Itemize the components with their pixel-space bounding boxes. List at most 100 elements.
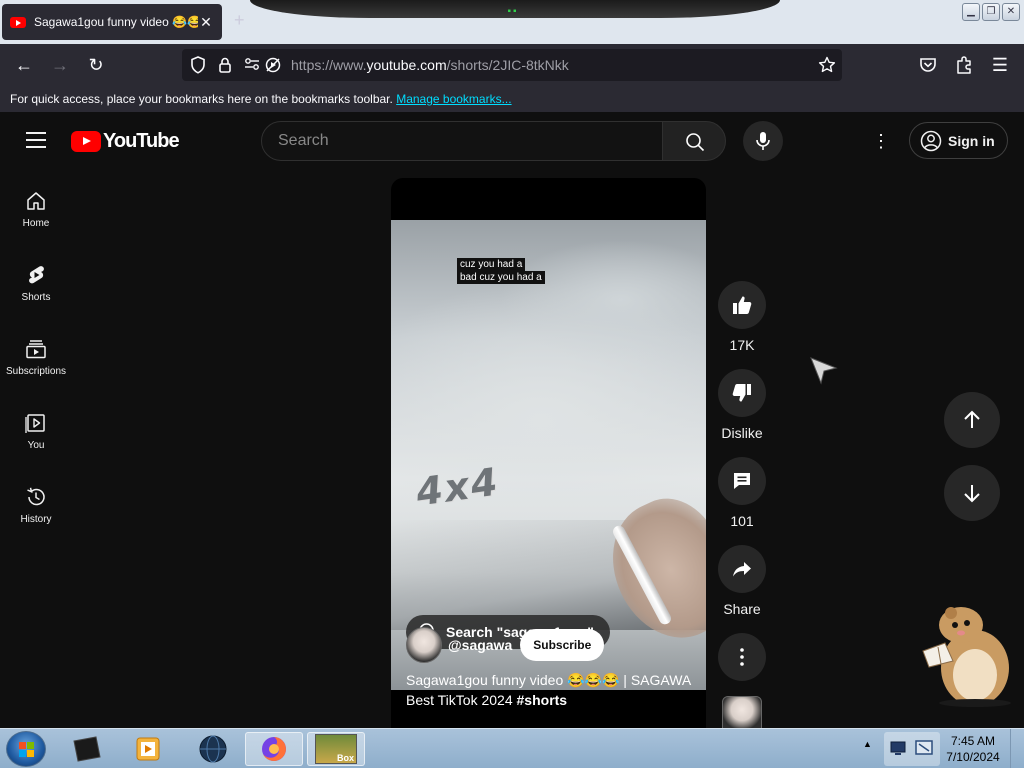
sidebar-item-label: Shorts — [21, 292, 51, 303]
start-button[interactable] — [6, 731, 46, 767]
more-options-button[interactable] — [718, 633, 766, 681]
comments-action[interactable]: 101 — [718, 457, 766, 529]
youtube-logo[interactable]: YouTube — [71, 130, 180, 153]
close-tab-icon[interactable]: ✕ — [198, 14, 214, 31]
comment-icon — [734, 473, 750, 489]
search-icon — [686, 133, 705, 152]
history-icon — [27, 487, 45, 506]
youtube-header: YouTube ⋮ Sign in — [0, 112, 1024, 170]
sidebar-item-shorts[interactable]: Shorts — [0, 252, 72, 326]
dislike-label: Dislike — [721, 425, 763, 441]
taskbar-box-app[interactable]: Box — [307, 732, 365, 766]
account-circle-icon — [920, 130, 942, 151]
tray-expand-icon[interactable]: ▲ — [863, 739, 872, 749]
display-icon[interactable] — [914, 739, 934, 759]
browser-navbar: ← → ↻ https://www.youtube.com/shorts/2JI… — [0, 44, 1024, 86]
dislike-action[interactable]: Dislike — [718, 369, 766, 441]
youtube-play-logo-icon — [71, 131, 101, 152]
you-library-icon — [25, 414, 45, 433]
back-arrow-icon[interactable]: ← — [11, 52, 37, 78]
sidebar-item-home[interactable]: Home — [0, 178, 72, 252]
window-controls: ▁ ❐ ✕ — [962, 3, 1020, 21]
permissions-icon[interactable] — [244, 56, 260, 72]
thumbs-up-icon — [733, 296, 752, 314]
channel-avatar[interactable] — [406, 627, 442, 663]
autoplay-blocked-icon[interactable] — [264, 56, 282, 74]
show-desktop-button[interactable] — [1010, 729, 1024, 768]
search-input[interactable] — [262, 122, 662, 160]
browser-tab-strip: ▪▪ Sagawa1gou funny video 😂😂😂 ✕ + ▁ ❐ ✕ — [0, 0, 1024, 44]
clock-time: 7:45 AM — [950, 734, 996, 748]
browser-tab-active[interactable]: Sagawa1gou funny video 😂😂😂 ✕ — [2, 4, 222, 40]
new-tab-button[interactable]: + — [234, 10, 245, 31]
previous-short-button[interactable] — [944, 392, 1000, 448]
bookmark-star-icon[interactable] — [818, 56, 836, 74]
hamster-mascot-image — [922, 607, 1011, 707]
sign-in-button[interactable]: Sign in — [909, 122, 1008, 159]
forward-arrow-icon[interactable]: → — [47, 52, 73, 78]
youtube-favicon-icon — [10, 16, 26, 28]
search-box — [261, 121, 663, 161]
system-tray — [884, 732, 940, 766]
mouse-cursor-icon — [810, 357, 838, 385]
arrow-up-icon — [964, 410, 980, 428]
sidebar-item-subscriptions[interactable]: Subscriptions — [0, 326, 72, 400]
windows-taskbar: Box ▲ 7:45 AM 7/10/2024 — [0, 728, 1024, 768]
media-player-icon — [136, 737, 160, 761]
manage-bookmarks-link[interactable]: Manage bookmarks... — [396, 92, 511, 106]
lock-icon[interactable] — [218, 56, 232, 74]
shorts-icon — [29, 266, 44, 284]
reload-icon[interactable]: ↻ — [83, 52, 109, 78]
channel-name[interactable]: @sagawa — [448, 637, 512, 653]
subscribe-button[interactable]: Subscribe — [520, 629, 605, 661]
restore-button[interactable]: ❐ — [982, 3, 1000, 21]
sidebar-item-history[interactable]: History — [0, 474, 72, 548]
search-button[interactable] — [662, 121, 726, 161]
share-action[interactable]: Share — [718, 545, 766, 617]
share-label: Share — [723, 601, 761, 617]
taskbar-globe-app[interactable] — [184, 732, 242, 766]
next-short-button[interactable] — [944, 465, 1000, 521]
share-button[interactable] — [718, 545, 766, 593]
tracking-shield-icon[interactable] — [190, 56, 206, 74]
close-window-button[interactable]: ✕ — [1002, 3, 1020, 21]
guide-menu-icon[interactable] — [26, 132, 46, 148]
sidebar-item-you[interactable]: You — [0, 400, 72, 474]
shorts-hashtag[interactable]: #shorts — [517, 692, 568, 708]
video-title[interactable]: Sagawa1gou funny video 😂😂😂 | SAGAWA Best… — [406, 670, 696, 710]
address-bar[interactable]: https://www.youtube.com/shorts/2JIC-8tkN… — [182, 49, 842, 81]
taskbar-clock[interactable]: 7:45 AM 7/10/2024 — [942, 733, 1004, 765]
comment-count: 101 — [730, 513, 754, 529]
like-button[interactable] — [718, 281, 766, 329]
minimize-button[interactable]: ▁ — [962, 3, 980, 21]
bookmarks-toolbar: For quick access, place your bookmarks h… — [0, 86, 1024, 112]
sound-avatar[interactable] — [722, 696, 762, 730]
hamburger-menu-icon[interactable]: ☰ — [987, 52, 1013, 78]
voice-search-button[interactable] — [743, 121, 783, 161]
taskbar-terminal[interactable] — [58, 732, 116, 766]
channel-row: @sagawa Subscribe — [406, 627, 605, 663]
more-actions[interactable] — [718, 633, 766, 689]
taskbar-firefox[interactable] — [245, 732, 303, 766]
dislike-button[interactable] — [718, 369, 766, 417]
settings-more-icon[interactable]: ⋮ — [872, 131, 890, 151]
box-app-label: Box — [336, 753, 354, 763]
video-frame[interactable]: 4x4 cuz you had a bad cuz you had a Sear… — [391, 220, 706, 690]
comments-button[interactable] — [718, 457, 766, 505]
share-arrow-icon — [733, 562, 751, 577]
extensions-icon[interactable] — [955, 55, 973, 75]
pocket-icon[interactable] — [919, 56, 937, 74]
clock-date: 7/10/2024 — [946, 750, 1000, 764]
taskbar-media-player[interactable] — [119, 732, 177, 766]
home-icon — [27, 192, 45, 210]
network-icon[interactable] — [890, 740, 910, 758]
like-action[interactable]: 17K — [718, 281, 766, 353]
sign-in-label: Sign in — [948, 132, 995, 149]
url-text: https://www.youtube.com/shorts/2JIC-8tkN… — [291, 57, 569, 73]
windows-logo-icon — [19, 742, 34, 757]
shorts-player[interactable]: 4x4 cuz you had a bad cuz you had a Sear… — [391, 178, 706, 738]
video-caption: cuz you had a bad cuz you had a — [457, 258, 545, 284]
black-box-app-icon — [73, 736, 101, 762]
box-app-icon: Box — [315, 734, 357, 764]
thumbs-down-icon — [732, 384, 751, 402]
